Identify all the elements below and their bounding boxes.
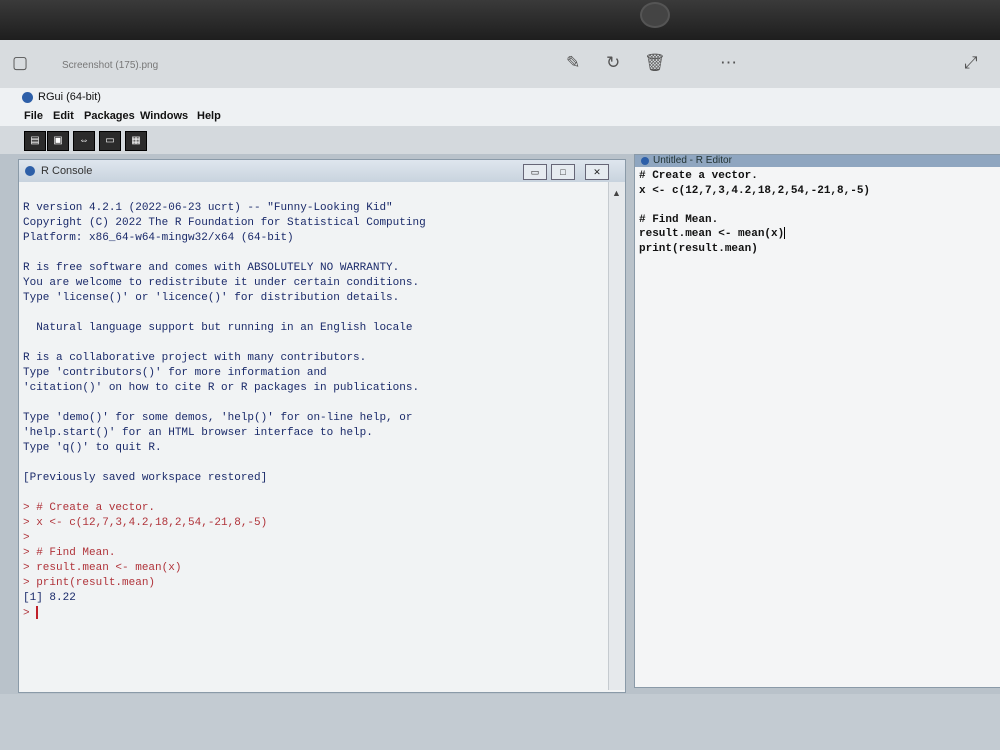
console-prompt-line[interactable]: > — [23, 606, 608, 621]
webcam — [640, 2, 670, 28]
editor-code-line: # Find Mean. — [639, 213, 719, 226]
console-output-line: You are welcome to redistribute it under… — [23, 277, 420, 289]
editor-code-line: x <- c(12,7,3,4.2,18,2,54,-21,8,-5) — [639, 184, 871, 197]
r-logo-icon — [25, 166, 35, 176]
text-cursor — [36, 606, 39, 619]
photo-viewer-toolbar: ▢ Screenshot (175).png ✎ ↻ 🗑 ⋯ ⤢ — [0, 40, 1000, 89]
more-icon[interactable]: ⋯ — [720, 53, 737, 73]
editor-cursor — [784, 227, 786, 240]
r-editor-window[interactable]: Untitled - R Editor # Create a vector. x … — [634, 154, 1000, 688]
menu-windows[interactable]: Windows — [140, 110, 188, 122]
console-command-line: > # Find Mean. — [23, 547, 116, 559]
open-script-icon[interactable]: ▤ — [24, 131, 46, 151]
rgui-titlebar: RGui (64-bit) — [0, 88, 1000, 108]
r-logo-icon — [22, 92, 33, 103]
console-output-line: Type 'q()' to quit R. — [23, 442, 162, 454]
print-icon[interactable]: ▦ — [125, 131, 147, 151]
console-command-line: > result.mean <- mean(x) — [23, 562, 182, 574]
r-console-window[interactable]: R Console ▭ □ ✕ R version 4.2.1 (2022-06… — [18, 159, 626, 693]
editor-code-line: result.mean <- mean(x) — [639, 227, 786, 240]
copy-icon[interactable]: ▭ — [99, 131, 121, 151]
console-output-line: Type 'contributors()' for more informati… — [23, 367, 327, 379]
editor-titlebar: Untitled - R Editor — [635, 155, 1000, 167]
viewer-app-icon: ▢ — [12, 53, 29, 72]
rgui-title: RGui (64-bit) — [38, 91, 101, 103]
editor-code-line: print(result.mean) — [639, 242, 758, 255]
console-title: R Console — [41, 165, 93, 177]
console-prompt: > — [23, 607, 30, 620]
console-output-line: Type 'demo()' for some demos, 'help()' f… — [23, 412, 413, 424]
console-output-line: R is free software and comes with ABSOLU… — [23, 262, 400, 274]
console-command-line: > — [23, 532, 30, 544]
load-workspace-icon[interactable]: ▣ — [47, 131, 69, 151]
console-output-line: R is a collaborative project with many c… — [23, 352, 367, 364]
menu-help[interactable]: Help — [197, 110, 221, 122]
laptop-bezel — [0, 0, 1000, 40]
rgui-toolbar: ▤ ▣ ⇔ ▭ ▦ — [0, 126, 1000, 155]
editor-title: Untitled - R Editor — [653, 155, 732, 166]
editor-code-line — [639, 198, 999, 213]
maximize-button[interactable]: □ — [551, 164, 575, 180]
console-output-line: 'help.start()' for an HTML browser inter… — [23, 427, 373, 439]
console-output-line: R version 4.2.1 (2022-06-23 ucrt) -- "Fu… — [23, 202, 393, 214]
save-workspace-icon[interactable]: ⇔ — [73, 131, 95, 151]
console-output-line: Type 'license()' or 'licence()' for dist… — [23, 292, 400, 304]
scroll-up-icon[interactable]: ▲ — [612, 188, 621, 198]
delete-icon[interactable]: 🗑 — [644, 53, 666, 73]
console-command-line: > print(result.mean) — [23, 577, 156, 589]
console-output-line: [Previously saved workspace restored] — [23, 472, 268, 484]
editor-code-line: # Create a vector. — [639, 170, 758, 182]
console-output-line: Copyright (C) 2022 The R Foundation for … — [23, 217, 426, 229]
edit-icon[interactable]: ✎ — [566, 53, 580, 73]
expand-icon[interactable]: ⤢ — [964, 53, 978, 73]
desktop-screen: RGui (64-bit) File Edit Packages Windows… — [0, 88, 1000, 750]
editor-text-area[interactable]: # Create a vector. x <- c(12,7,3,4.2,18,2… — [639, 169, 999, 669]
menu-file[interactable]: File — [24, 110, 43, 122]
viewer-filename: Screenshot (175).png — [62, 60, 159, 71]
console-titlebar: R Console ▭ □ ✕ — [19, 160, 625, 182]
mdi-bottom-area — [0, 694, 1000, 750]
console-scrollbar[interactable]: ▲ — [608, 182, 625, 690]
rotate-icon[interactable]: ↻ — [606, 53, 620, 73]
close-button[interactable]: ✕ — [585, 164, 609, 180]
console-command-line: > # Create a vector. — [23, 502, 156, 514]
console-output-line: Natural language support but running in … — [23, 322, 413, 334]
console-output-line: 'citation()' on how to cite R or R packa… — [23, 382, 420, 394]
console-output[interactable]: R version 4.2.1 (2022-06-23 ucrt) -- "Fu… — [23, 186, 608, 686]
minimize-button[interactable]: ▭ — [523, 164, 547, 180]
console-command-line: > x <- c(12,7,3,4.2,18,2,54,-21,8,-5) — [23, 517, 268, 529]
console-output-line: [1] 8.22 — [23, 592, 76, 604]
r-logo-icon — [641, 157, 649, 165]
rgui-menubar: File Edit Packages Windows Help — [0, 108, 1000, 126]
mdi-workspace: R Console ▭ □ ✕ R version 4.2.1 (2022-06… — [0, 154, 1000, 750]
menu-edit[interactable]: Edit — [53, 110, 74, 122]
menu-packages[interactable]: Packages — [84, 110, 135, 122]
console-output-line: Platform: x86_64-w64-mingw32/x64 (64-bit… — [23, 232, 294, 244]
